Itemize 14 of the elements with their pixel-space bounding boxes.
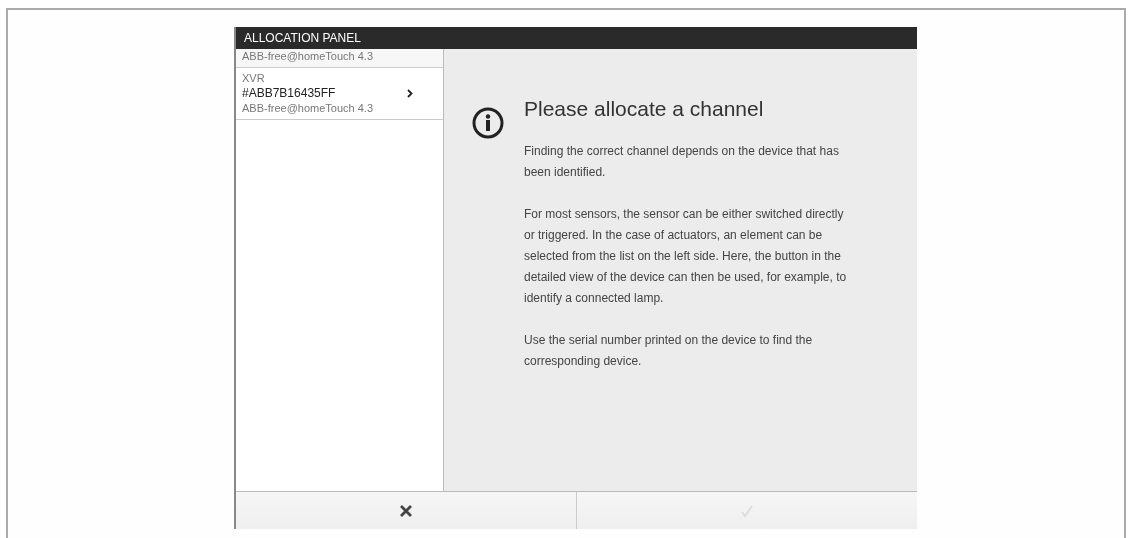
device-subtitle: ABB-free@homeTouch 4.3 bbox=[242, 101, 374, 115]
checkmark-icon bbox=[740, 503, 754, 518]
device-serial: #ABB7B16435FF bbox=[242, 86, 337, 100]
group-label: ABB-free@homeTouch 4.3 bbox=[236, 49, 443, 68]
message-paragraph: Finding the correct channel depends on the device that has been identified. bbox=[524, 143, 840, 181]
chevron-right-icon bbox=[407, 88, 413, 98]
message-title: Please allocate a channel bbox=[524, 97, 765, 121]
panel-title: ALLOCATION PANEL bbox=[236, 27, 917, 49]
message-paragraph: Use the serial number printed on the device to find the corresponding device. bbox=[524, 332, 814, 370]
info-icon bbox=[472, 107, 504, 139]
cancel-button[interactable] bbox=[236, 492, 577, 529]
device-type: XVR bbox=[242, 71, 266, 85]
message-paragraph: For most sensors, the sensor can be either switched directly or triggered. In the case of actuators, an element can be selected from the list on the left side. Here, the button in the detailed view of the device can then be used, for example, to identify a connected lamp. bbox=[524, 206, 848, 307]
close-icon bbox=[399, 503, 413, 518]
